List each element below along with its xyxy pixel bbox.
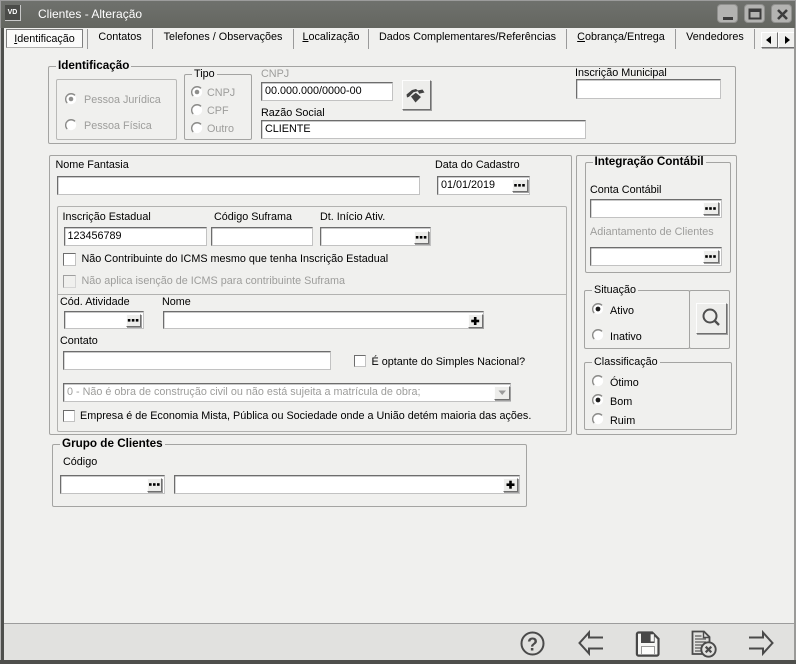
- svg-text:?: ?: [527, 635, 538, 655]
